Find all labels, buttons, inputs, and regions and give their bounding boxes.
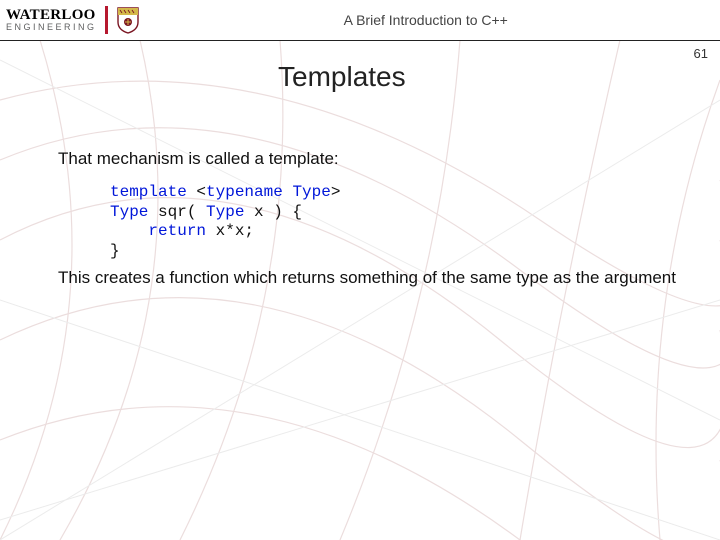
content: That mechanism is called a template: tem… <box>58 148 678 289</box>
code-block: template <typename Type> Type sqr( Type … <box>110 183 678 261</box>
slide-number: 61 <box>694 46 708 61</box>
code-text: < <box>187 183 206 201</box>
background-decor <box>0 40 720 540</box>
code-text: > <box>331 183 341 201</box>
header: WATERLOO ENGINEERING A Brief Introductio… <box>0 0 720 40</box>
code-brace: } <box>110 242 120 260</box>
header-subject: A Brief Introduction to C++ <box>140 12 712 28</box>
logo-block: WATERLOO ENGINEERING <box>6 6 140 34</box>
code-indent <box>110 222 148 240</box>
code-text: x*x; <box>206 222 254 240</box>
wordmark-top: WATERLOO <box>6 8 97 23</box>
kw-return: return <box>148 222 206 240</box>
slide-title: Templates <box>278 61 720 93</box>
code-return-type: Type <box>110 203 148 221</box>
crest-icon <box>116 6 140 34</box>
kw-template: template <box>110 183 187 201</box>
code-text: sqr( <box>148 203 206 221</box>
logo-separator <box>105 6 108 34</box>
code-typevar: Type <box>292 183 330 201</box>
intro-text: That mechanism is called a template: <box>58 148 678 169</box>
code-param-type: Type <box>206 203 244 221</box>
code-text <box>283 183 293 201</box>
kw-typename: typename <box>206 183 283 201</box>
code-text: x ) { <box>244 203 302 221</box>
header-divider <box>0 40 720 41</box>
slide: WATERLOO ENGINEERING A Brief Introductio… <box>0 0 720 540</box>
wordmark: WATERLOO ENGINEERING <box>6 8 97 32</box>
outro-text: This creates a function which returns so… <box>58 267 678 288</box>
wordmark-bottom: ENGINEERING <box>6 23 97 32</box>
